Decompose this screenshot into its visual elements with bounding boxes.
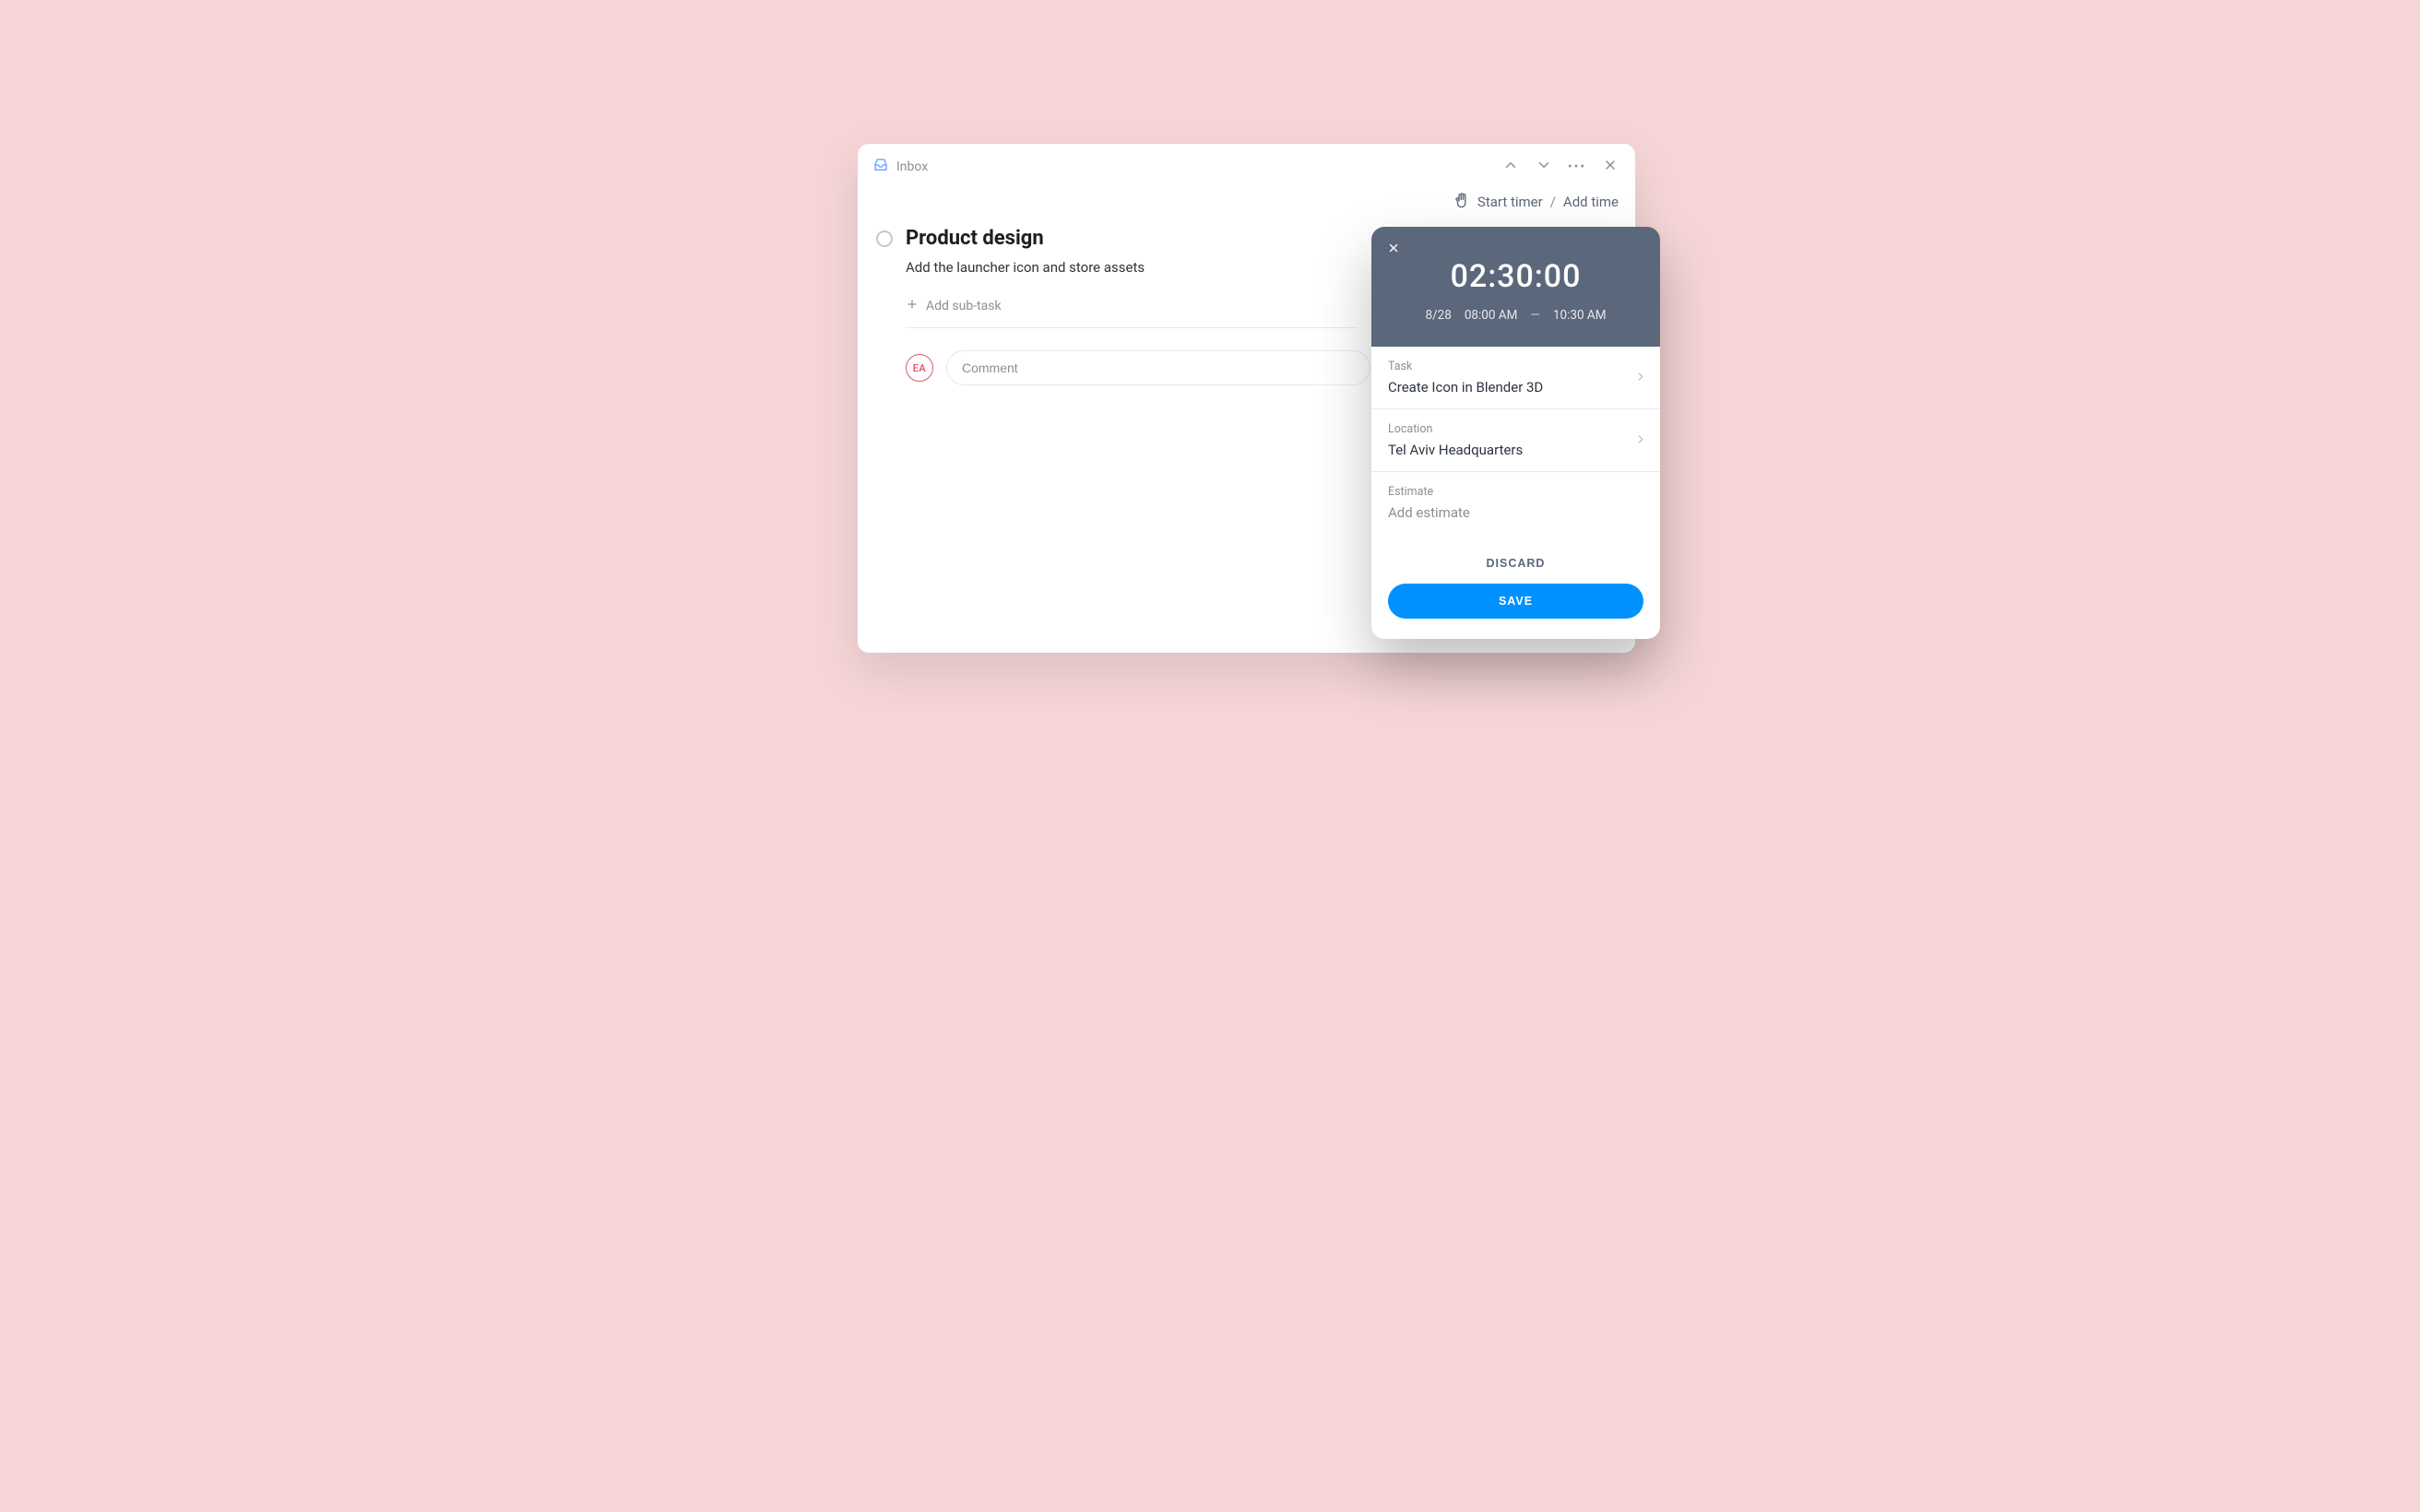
start-timer-link[interactable]: Start timer bbox=[1477, 194, 1543, 210]
breadcrumb-label: Inbox bbox=[896, 159, 928, 174]
plus-icon bbox=[906, 298, 919, 314]
close-button[interactable] bbox=[1600, 157, 1620, 177]
more-menu-button[interactable]: ••• bbox=[1567, 157, 1587, 177]
close-icon bbox=[1603, 158, 1618, 176]
close-icon bbox=[1387, 241, 1400, 258]
comment-input[interactable] bbox=[946, 350, 1370, 385]
complete-task-checkbox[interactable] bbox=[876, 230, 893, 247]
field-task-label: Task bbox=[1388, 360, 1643, 373]
timer-separator: / bbox=[1550, 194, 1556, 210]
avatar-initials: EA bbox=[913, 362, 927, 374]
next-button[interactable] bbox=[1534, 157, 1554, 177]
field-estimate[interactable]: Estimate Add estimate bbox=[1371, 472, 1660, 534]
hand-icon bbox=[1453, 192, 1470, 212]
timer-bar: Start timer / Add time bbox=[858, 184, 1635, 223]
field-estimate-label: Estimate bbox=[1388, 485, 1643, 499]
field-task[interactable]: Task Create Icon in Blender 3D bbox=[1371, 347, 1660, 409]
time-start[interactable]: 08:00 AM bbox=[1465, 308, 1518, 323]
discard-button[interactable]: DISCARD bbox=[1481, 556, 1551, 571]
field-location-value: Tel Aviv Headquarters bbox=[1388, 442, 1643, 458]
inbox-icon bbox=[872, 157, 889, 177]
time-range-separator: — bbox=[1530, 308, 1540, 323]
time-date[interactable]: 8/28 bbox=[1425, 308, 1451, 323]
divider bbox=[906, 327, 1358, 328]
field-location-label: Location bbox=[1388, 422, 1643, 436]
prev-button[interactable] bbox=[1501, 157, 1521, 177]
save-button[interactable]: SAVE bbox=[1388, 584, 1643, 619]
more-icon: ••• bbox=[1568, 160, 1586, 173]
field-task-value: Create Icon in Blender 3D bbox=[1388, 379, 1643, 396]
avatar[interactable]: EA bbox=[906, 354, 933, 382]
field-location[interactable]: Location Tel Aviv Headquarters bbox=[1371, 409, 1660, 472]
field-estimate-placeholder: Add estimate bbox=[1388, 504, 1643, 521]
chevron-down-icon bbox=[1536, 157, 1552, 177]
time-end[interactable]: 10:30 AM bbox=[1553, 308, 1607, 323]
card-header: Inbox ••• bbox=[858, 144, 1635, 184]
add-subtask-label: Add sub-task bbox=[926, 299, 1002, 313]
popover-header: 02:30:00 8/28 08:00 AM — 10:30 AM bbox=[1371, 227, 1660, 347]
task-title[interactable]: Product design bbox=[906, 227, 1044, 250]
chevron-right-icon bbox=[1634, 369, 1647, 386]
add-time-link[interactable]: Add time bbox=[1563, 194, 1619, 210]
breadcrumb[interactable]: Inbox bbox=[872, 157, 928, 177]
popover-close-button[interactable] bbox=[1384, 240, 1403, 258]
chevron-up-icon bbox=[1502, 157, 1519, 177]
add-subtask-button[interactable]: Add sub-task bbox=[906, 298, 1002, 314]
time-entry-popover: 02:30:00 8/28 08:00 AM — 10:30 AM Task C… bbox=[1371, 227, 1660, 639]
chevron-right-icon bbox=[1634, 431, 1647, 449]
time-duration[interactable]: 02:30:00 bbox=[1388, 258, 1643, 295]
